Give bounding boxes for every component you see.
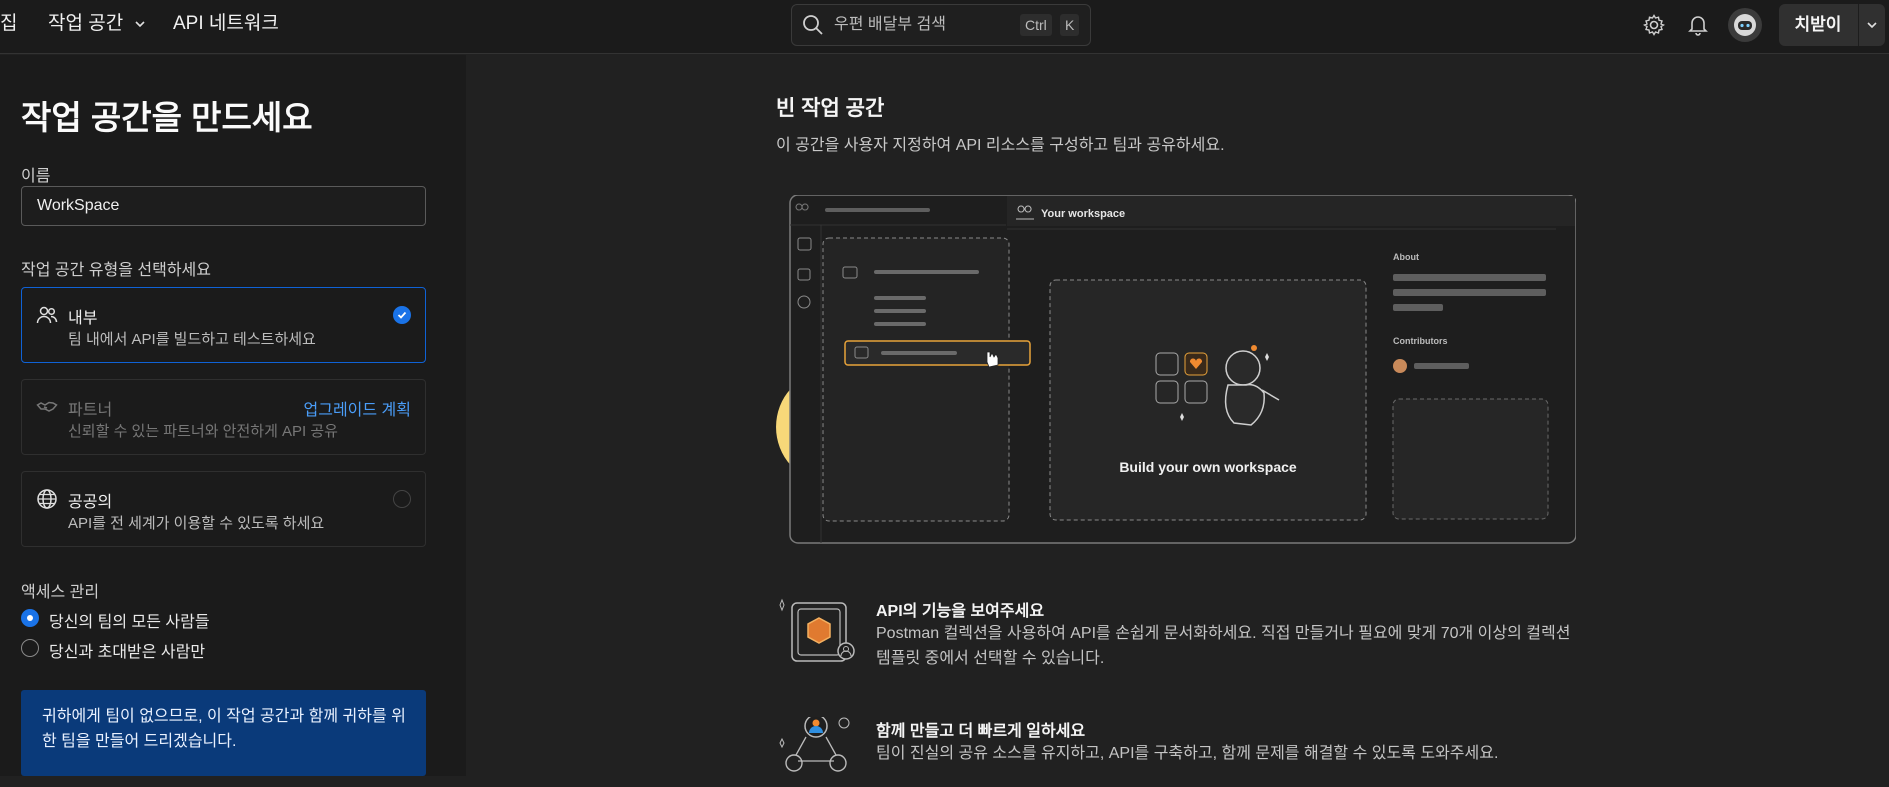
empty-workspace-subtitle: 이 공간을 사용자 지정하여 API 리소스를 구성하고 팀과 공유하세요.: [776, 137, 1225, 154]
access-option-label: 당신의 팀의 모든 사람들: [49, 614, 210, 631]
feature-title: 함께 만들고 더 빠르게 일하세요: [876, 723, 1086, 740]
feature-description: 팀이 진실의 공유 소스를 유지하고, API를 구축하고, 함께 문제를 해결…: [876, 745, 1499, 762]
create-workspace-panel: 작업 공간을 만드세요 이름 작업 공간 유형을 선택하세요 내부 팀 내에서 …: [0, 55, 466, 776]
top-bar: 집 작업 공간 API 네트워크 우편 배달부 검색 Ctrl K 치받이: [0, 0, 1889, 54]
type-card-partner: 파트너 신뢰할 수 있는 파트너와 안전하게 API 공유 업그레이드 계획: [21, 379, 426, 455]
chevron-down-icon: [135, 21, 146, 28]
shortcut-key-k: K: [1060, 14, 1080, 36]
collaboration-icon: [779, 717, 850, 772]
workspace-illustration-graphic: Your workspace Build your own workspace …: [776, 194, 1577, 544]
type-card-public[interactable]: 공공의 API를 전 세계가 이용할 수 있도록 하세요: [21, 471, 426, 547]
nav-api-network[interactable]: API 네트워크: [173, 0, 279, 48]
workspace-name-input[interactable]: [21, 186, 426, 226]
page-title: 작업 공간을 만드세요: [21, 99, 313, 136]
nav-home[interactable]: 집: [0, 0, 17, 48]
astronaut-avatar-icon: [1734, 14, 1756, 36]
radio-unselected[interactable]: [21, 639, 39, 657]
type-description: API를 전 세계가 이용할 수 있도록 하세요: [68, 515, 325, 532]
name-label: 이름: [21, 168, 51, 185]
illustration-caption: Build your own workspace: [1119, 459, 1297, 475]
about-label: About: [1393, 252, 1419, 262]
check-icon: [393, 306, 411, 324]
contributors-label: Contributors: [1393, 336, 1448, 346]
shortcut-key-ctrl: Ctrl: [1020, 14, 1052, 36]
access-option-label: 당신과 초대받은 사람만: [49, 644, 206, 661]
user-button-divider: [1858, 4, 1859, 46]
type-radio[interactable]: [393, 490, 411, 508]
globe-icon: [37, 489, 57, 509]
workspace-illustration: Your workspace Build your own workspace …: [776, 194, 1577, 545]
team-info-banner: 귀하에게 팀이 없으므로, 이 작업 공간과 함께 귀하를 위한 팀을 만들어 …: [21, 690, 426, 776]
search-placeholder: 우편 배달부 검색: [834, 16, 946, 33]
access-label: 액세스 관리: [21, 584, 100, 601]
workspace-label: Your workspace: [1041, 208, 1125, 220]
type-title: 내부: [68, 310, 98, 327]
notifications-button[interactable]: [1684, 11, 1712, 39]
handshake-icon: [36, 401, 58, 412]
workspace-type-label: 작업 공간 유형을 선택하세요: [21, 262, 211, 279]
nav-workspaces[interactable]: 작업 공간: [48, 0, 146, 48]
chevron-down-icon[interactable]: [1865, 18, 1879, 32]
search-box[interactable]: 우편 배달부 검색 Ctrl K: [791, 4, 1091, 46]
team-icon: [36, 306, 58, 324]
settings-button[interactable]: [1640, 11, 1668, 39]
gear-icon: [1643, 14, 1665, 36]
upgrade-plan-link[interactable]: 업그레이드 계획: [304, 396, 412, 420]
type-description: 팀 내에서 API를 빌드하고 테스트하세요: [68, 331, 316, 348]
type-card-internal[interactable]: 내부 팀 내에서 API를 빌드하고 테스트하세요: [21, 287, 426, 363]
type-title: 공공의: [68, 494, 113, 511]
collection-showcase-icon: [779, 598, 855, 662]
radio-selected[interactable]: [21, 609, 39, 627]
nav-workspaces-label: 작업 공간: [48, 13, 124, 34]
type-title: 파트너: [68, 402, 113, 419]
avatar[interactable]: [1728, 8, 1762, 42]
user-menu-button[interactable]: 치받이: [1779, 4, 1885, 46]
search-icon: [803, 15, 823, 35]
user-button-label: 치받이: [1794, 15, 1842, 34]
empty-workspace-title: 빈 작업 공간: [776, 97, 885, 120]
type-description: 신뢰할 수 있는 파트너와 안전하게 API 공유: [68, 423, 338, 440]
bell-icon: [1688, 16, 1708, 36]
feature-title: API의 기능을 보여주세요: [876, 603, 1045, 620]
feature-description: Postman 컬렉션을 사용하여 API를 손쉽게 문서화하세요. 직접 만들…: [876, 625, 1571, 667]
